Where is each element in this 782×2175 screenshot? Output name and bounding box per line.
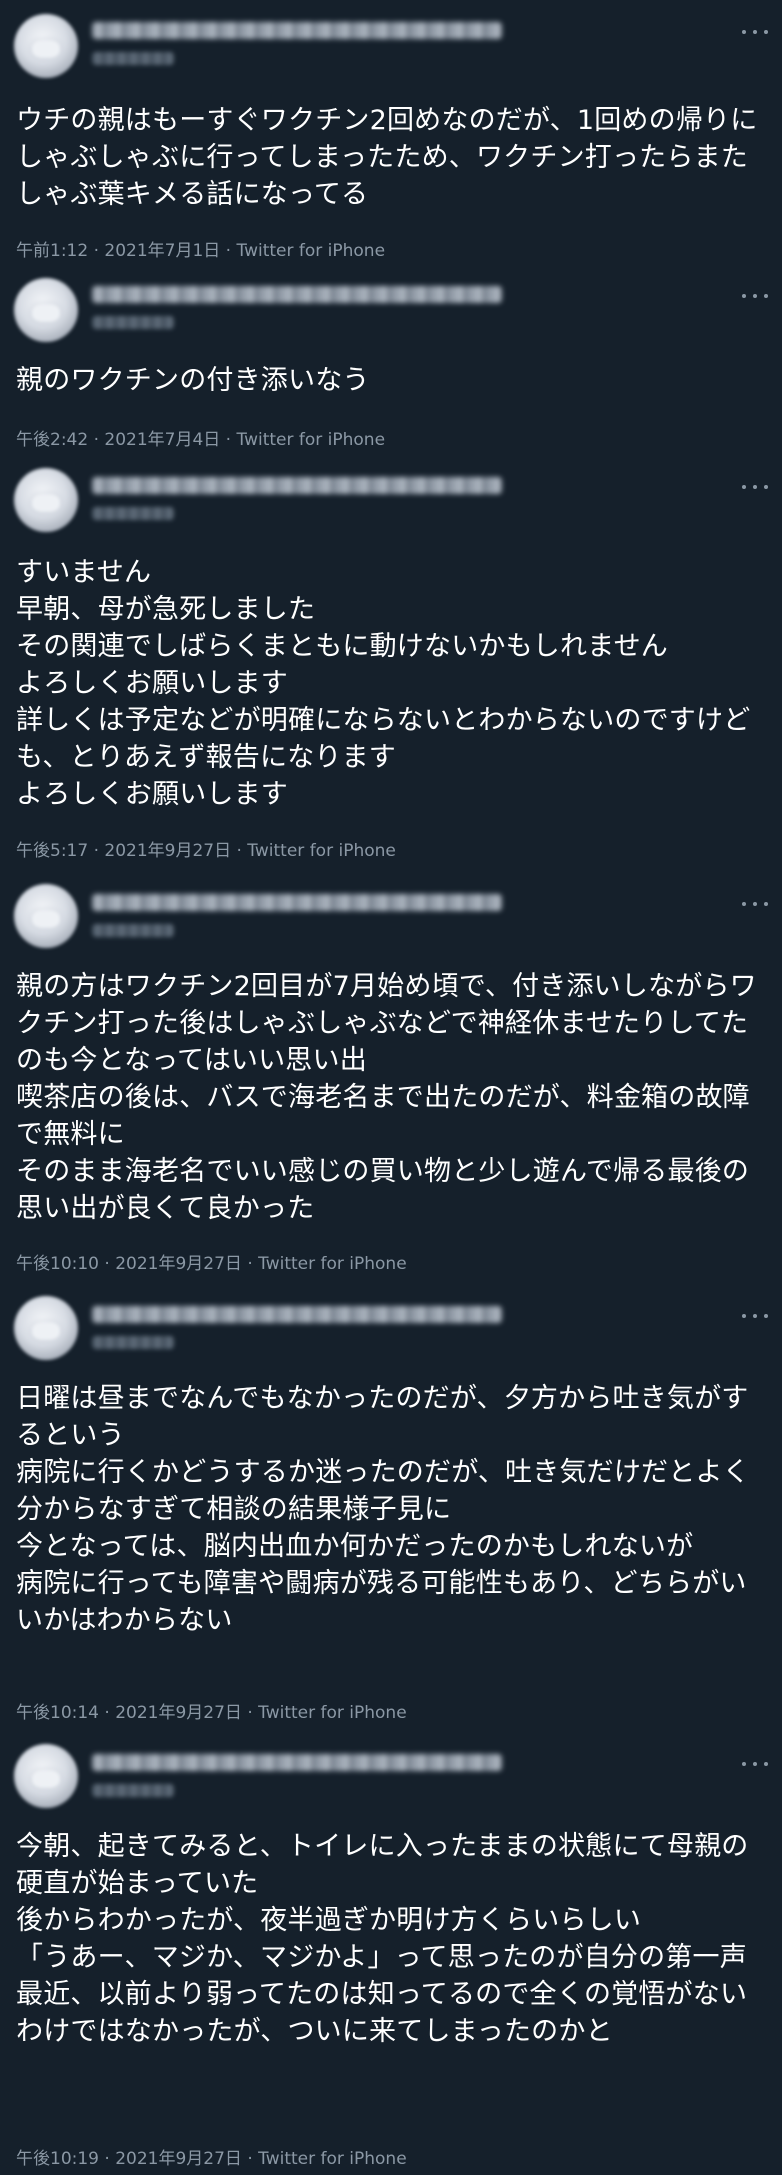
tweet-1[interactable]: ウチの親はもーすぐワクチン2回めなのだが、1回めの帰りにしゃぶしゃぶに行ってしま… [0,0,782,262]
avatar[interactable] [14,14,78,78]
tweet-text: すいません 早朝、母が急死しました その関連でしばらくまともに動けないかもしれま… [16,557,751,810]
avatar[interactable] [14,1744,78,1808]
tweet-2[interactable]: 親のワクチンの付き添いなう 午後2:42 · 2021年7月4日 · Twitt… [0,262,782,452]
handle-redacted[interactable] [92,924,174,937]
tweet-meta[interactable]: 午後5:17 · 2021年9月27日 · Twitter for iPhone [16,836,396,861]
avatar[interactable] [14,884,78,948]
tweet-meta[interactable]: 午後10:10 · 2021年9月27日 · Twitter for iPhon… [16,1249,407,1274]
handle-redacted[interactable] [92,1784,174,1797]
avatar[interactable] [14,278,78,342]
handle-redacted[interactable] [92,316,174,329]
avatar[interactable] [14,1296,78,1360]
tweet-text: 親のワクチンの付き添いなう [16,365,370,396]
tweet-meta[interactable]: 午後10:14 · 2021年9月27日 · Twitter for iPhon… [16,1698,407,1723]
handle-redacted[interactable] [92,52,174,65]
more-horizontal-icon[interactable] [742,479,768,495]
tweet-text: 親の方はワクチン2回目が7月始め頃で、付き添いしながらワクチン打った後はしゃぶし… [16,971,757,1224]
tweet-5[interactable]: 日曜は昼までなんでもなかったのだが、夕方から吐き気がするという 病院に行くかどう… [0,1282,782,1730]
tweet-text: 日曜は昼までなんでもなかったのだが、夕方から吐き気がするという 病院に行くかどう… [16,1383,750,1636]
more-horizontal-icon[interactable] [742,288,768,304]
display-name-redacted[interactable] [92,477,502,494]
tweet-3[interactable]: すいません 早朝、母が急死しました その関連でしばらくまともに動けないかもしれま… [0,452,782,870]
tweet-meta[interactable]: 午後10:19 · 2021年9月27日 · Twitter for iPhon… [16,2144,407,2169]
more-horizontal-icon[interactable] [742,1308,768,1324]
tweet-meta[interactable]: 午前1:12 · 2021年7月1日 · Twitter for iPhone [16,236,385,261]
display-name-redacted[interactable] [92,286,502,303]
display-name-redacted[interactable] [92,1306,502,1323]
more-horizontal-icon[interactable] [742,1756,768,1772]
tweet-text: ウチの親はもーすぐワクチン2回めなのだが、1回めの帰りにしゃぶしゃぶに行ってしま… [16,105,758,210]
display-name-redacted[interactable] [92,1754,502,1771]
display-name-redacted[interactable] [92,894,502,911]
more-horizontal-icon[interactable] [742,24,768,40]
tweet-6[interactable]: 今朝、起きてみると、トイレに入ったままの状態にて母親の硬直が始まっていた 後から… [0,1730,782,2175]
tweet-text: 今朝、起きてみると、トイレに入ったままの状態にて母親の硬直が始まっていた 後から… [16,1831,749,2047]
tweet-meta[interactable]: 午後2:42 · 2021年7月4日 · Twitter for iPhone [16,425,385,450]
display-name-redacted[interactable] [92,22,502,39]
handle-redacted[interactable] [92,1336,174,1349]
tweet-4[interactable]: 親の方はワクチン2回目が7月始め頃で、付き添いしながらワクチン打った後はしゃぶし… [0,870,782,1282]
handle-redacted[interactable] [92,507,174,520]
avatar[interactable] [14,468,78,532]
more-horizontal-icon[interactable] [742,896,768,912]
